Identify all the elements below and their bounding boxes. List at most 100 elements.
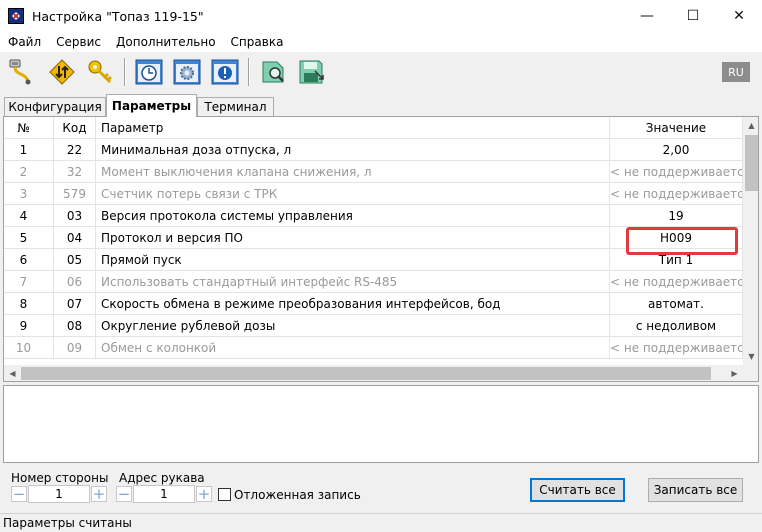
row-no: 3 xyxy=(4,183,54,205)
table-row[interactable]: 8 07 Скорость обмена в режиме преобразов… xyxy=(4,293,743,315)
row-value[interactable]: 2,00 xyxy=(610,139,743,161)
header-no: № xyxy=(4,117,54,139)
scroll-down-icon[interactable]: ▼ xyxy=(743,348,758,365)
status-bar: Параметры считаны xyxy=(0,513,762,532)
side-number-value[interactable]: 1 xyxy=(28,485,90,503)
row-no: 1 xyxy=(4,139,54,161)
row-no: 9 xyxy=(4,315,54,337)
minimize-button[interactable]: — xyxy=(624,0,670,32)
menu-file[interactable]: Файл xyxy=(0,35,48,49)
row-value[interactable]: < не поддерживается > xyxy=(610,183,743,205)
hose-increment-button[interactable]: + xyxy=(196,485,212,503)
row-code: 06 xyxy=(54,271,96,293)
write-all-button[interactable]: Записать все xyxy=(648,478,743,502)
tab-parameters[interactable]: Параметры xyxy=(106,94,197,117)
header-code: Код xyxy=(54,117,96,139)
read-all-button[interactable]: Считать все xyxy=(530,478,625,502)
table-row[interactable]: 2 32 Момент выключения клапана снижения,… xyxy=(4,161,743,183)
row-value[interactable]: < не поддерживается > xyxy=(610,161,743,183)
deferred-write-label: Отложенная запись xyxy=(234,488,361,502)
row-no: 5 xyxy=(4,227,54,249)
deferred-write-checkbox[interactable] xyxy=(218,488,231,501)
side-decrement-button[interactable]: − xyxy=(11,485,27,503)
row-value[interactable]: < не поддерживается > xyxy=(610,337,743,359)
status-text: Параметры считаны xyxy=(3,516,132,530)
header-parameter: Параметр xyxy=(96,117,610,139)
row-no: 6 xyxy=(4,249,54,271)
side-number-label: Номер стороны xyxy=(11,471,109,485)
parameters-table: № Код Параметр Значение 1 22 Минимальная… xyxy=(3,116,759,382)
save-disk-icon[interactable] xyxy=(296,57,326,87)
scroll-right-icon[interactable]: ▶ xyxy=(726,365,743,381)
read-file-icon[interactable] xyxy=(258,57,288,87)
connection-cable-icon[interactable] xyxy=(5,57,35,87)
title-bar: Настройка "Топаз 119-15" — ☐ ✕ xyxy=(0,0,762,32)
hose-address-value[interactable]: 1 xyxy=(133,485,195,503)
table-row[interactable]: 7 06 Использовать стандартный интерфейс … xyxy=(4,271,743,293)
clock-icon[interactable] xyxy=(134,57,164,87)
table-header: № Код Параметр Значение xyxy=(4,117,743,139)
table-row[interactable]: 4 03 Версия протокола системы управления… xyxy=(4,205,743,227)
table-row[interactable]: 1 22 Минимальная доза отпуска, л 2,00 xyxy=(4,139,743,161)
header-value: Значение xyxy=(610,117,743,139)
table-row[interactable]: 9 08 Округление рублевой дозы с недоливо… xyxy=(4,315,743,337)
scroll-up-icon[interactable]: ▲ xyxy=(743,117,758,134)
vertical-scroll-thumb[interactable] xyxy=(745,135,758,191)
highlight-annotation xyxy=(626,227,738,255)
row-code: 04 xyxy=(54,227,96,249)
row-code: 08 xyxy=(54,315,96,337)
scroll-left-icon[interactable]: ◀ xyxy=(4,365,21,381)
close-button[interactable]: ✕ xyxy=(716,0,762,32)
info-icon[interactable] xyxy=(210,57,240,87)
row-parameter: Прямой пуск xyxy=(96,249,610,271)
row-code: 579 xyxy=(54,183,96,205)
side-increment-button[interactable]: + xyxy=(91,485,107,503)
transfer-arrows-icon[interactable] xyxy=(47,57,77,87)
table-row[interactable]: 3 579 Счетчик потерь связи с ТРК < не по… xyxy=(4,183,743,205)
row-parameter: Версия протокола системы управления xyxy=(96,205,610,227)
row-value[interactable]: с недоливом xyxy=(610,315,743,337)
side-number-stepper[interactable]: − 1 + xyxy=(11,485,107,503)
toolbar: RU xyxy=(0,52,762,92)
row-no: 10 xyxy=(4,337,54,359)
row-code: 32 xyxy=(54,161,96,183)
hose-decrement-button[interactable]: − xyxy=(116,485,132,503)
vertical-scrollbar[interactable]: ▲ ▼ xyxy=(743,117,758,365)
log-area[interactable] xyxy=(3,385,759,463)
bottom-panel: Номер стороны − 1 + Адрес рукава − 1 + О… xyxy=(0,465,762,513)
table-row[interactable]: 10 09 Обмен с колонкой < не поддерживает… xyxy=(4,337,743,359)
row-parameter: Обмен с колонкой xyxy=(96,337,610,359)
row-parameter: Момент выключения клапана снижения, л xyxy=(96,161,610,183)
menu-help[interactable]: Справка xyxy=(223,35,291,49)
language-button[interactable]: RU xyxy=(722,62,750,82)
horizontal-scroll-thumb[interactable] xyxy=(21,367,711,380)
key-icon[interactable] xyxy=(85,57,115,87)
row-code: 09 xyxy=(54,337,96,359)
row-value[interactable]: < не поддерживается > xyxy=(610,271,743,293)
window-title: Настройка "Топаз 119-15" xyxy=(32,8,204,24)
horizontal-scrollbar[interactable]: ◀ ▶ xyxy=(4,365,743,381)
row-value[interactable]: автомат. xyxy=(610,293,743,315)
settings-gear-icon[interactable] xyxy=(172,57,202,87)
row-parameter: Минимальная доза отпуска, л xyxy=(96,139,610,161)
row-value[interactable]: 19 xyxy=(610,205,743,227)
row-code: 05 xyxy=(54,249,96,271)
row-parameter: Протокол и версия ПО xyxy=(96,227,610,249)
row-parameter: Округление рублевой дозы xyxy=(96,315,610,337)
maximize-button[interactable]: ☐ xyxy=(670,0,716,32)
row-no: 7 xyxy=(4,271,54,293)
row-code: 07 xyxy=(54,293,96,315)
hose-address-stepper[interactable]: − 1 + xyxy=(116,485,212,503)
tab-configuration[interactable]: Конфигурация xyxy=(4,97,106,116)
row-parameter: Использовать стандартный интерфейс RS-48… xyxy=(96,271,610,293)
row-no: 2 xyxy=(4,161,54,183)
menu-service[interactable]: Сервис xyxy=(48,35,108,49)
hose-address-label: Адрес рукава xyxy=(119,471,205,485)
menu-bar: Файл Сервис Дополнительно Справка xyxy=(0,32,762,52)
tab-terminal[interactable]: Терминал xyxy=(197,97,274,116)
row-parameter: Счетчик потерь связи с ТРК xyxy=(96,183,610,205)
row-no: 4 xyxy=(4,205,54,227)
row-no: 8 xyxy=(4,293,54,315)
app-logo-icon xyxy=(8,8,24,24)
menu-advanced[interactable]: Дополнительно xyxy=(108,35,223,49)
